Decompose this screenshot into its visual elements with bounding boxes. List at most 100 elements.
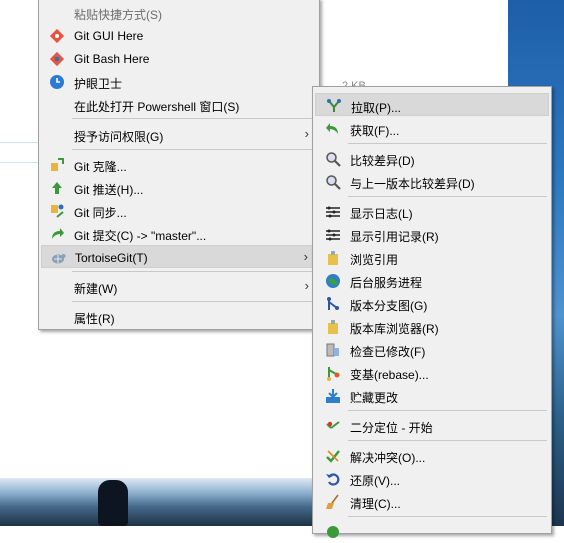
diff-icon <box>326 152 341 167</box>
menu-item-label: 解决冲突(O)... <box>350 451 426 465</box>
menu-item-git-gui[interactable]: Git GUI Here <box>41 24 317 47</box>
menu-item-rebase[interactable]: 变基(rebase)... <box>315 361 549 384</box>
menu-item-properties[interactable]: 属性(R) <box>41 305 317 328</box>
menu-item-fetch[interactable]: 获取(F)... <box>315 117 549 140</box>
revision-graph-icon <box>327 297 339 310</box>
rebase-icon <box>327 367 340 381</box>
git-commit-icon <box>52 228 64 239</box>
git-bash-icon <box>49 51 65 67</box>
git-push-icon <box>52 182 62 194</box>
wallpaper-figure <box>98 480 128 526</box>
fetch-icon <box>326 123 338 134</box>
repo-browser-icon <box>328 320 338 334</box>
menu-item-daemon[interactable]: 后台服务进程 <box>315 269 549 292</box>
menu-separator <box>348 410 547 411</box>
menu-item-open-powershell[interactable]: 在此处打开 Powershell 窗口(S) <box>41 93 317 116</box>
menu-item-label: Git 推送(H)... <box>74 183 144 197</box>
menu-item-git-bash[interactable]: Git Bash Here <box>41 47 317 70</box>
cleanup-icon <box>326 494 339 509</box>
menu-item-grant-access[interactable]: 授予访问权限(G) › <box>41 123 317 146</box>
menu-item-tortoisegit[interactable]: TortoiseGit(T) › <box>41 245 317 268</box>
menu-item-pull[interactable]: 拉取(P)... <box>315 93 549 116</box>
menu-separator <box>72 301 315 302</box>
resolve-icon <box>326 450 340 463</box>
menu-item-check-modifications[interactable]: 检查已修改(F) <box>315 338 549 361</box>
menu-item-revision-graph[interactable]: 版本分支图(G) <box>315 292 549 315</box>
check-modifications-icon <box>326 343 339 357</box>
browse-refs-icon <box>328 251 338 265</box>
menu-item-resolve[interactable]: 解决冲突(O)... <box>315 444 549 467</box>
menu-item-browse-refs[interactable]: 浏览引用 <box>315 246 549 269</box>
menu-item-label: 与上一版本比较差异(D) <box>350 177 475 191</box>
menu-item-git-clone[interactable]: Git 克隆... <box>41 153 317 176</box>
menu-item-label: Git 克隆... <box>74 160 127 174</box>
menu-item-label: 护眼卫士 <box>74 77 123 91</box>
menu-item-label: 版本分支图(G) <box>350 299 428 313</box>
menu-item-label: TortoiseGit(T) <box>75 251 148 265</box>
menu-item-label: 粘贴快捷方式(S) <box>74 8 162 22</box>
menu-separator <box>348 143 547 144</box>
revert-icon <box>326 473 340 486</box>
menu-item-git-sync[interactable]: Git 同步... <box>41 199 317 222</box>
menu-item-git-push[interactable]: Git 推送(H)... <box>41 176 317 199</box>
context-menu: 粘贴快捷方式(S) Git GUI Here Git Bash Here 护眼卫… <box>38 0 320 330</box>
explorer-row-divider <box>0 162 40 163</box>
pull-icon <box>327 99 341 112</box>
eye-guard-icon <box>50 75 64 89</box>
menu-item-label: Git Bash Here <box>74 52 150 66</box>
menu-item-revert[interactable]: 还原(V)... <box>315 467 549 490</box>
menu-item-stash[interactable]: 贮藏更改 <box>315 384 549 407</box>
desktop-wallpaper <box>0 478 320 526</box>
git-gui-icon <box>49 28 65 44</box>
menu-item-bisect-start[interactable]: 二分定位 - 开始 <box>315 414 549 437</box>
menu-item-label: 贮藏更改 <box>350 391 399 405</box>
menu-item-label: 浏览引用 <box>350 253 399 267</box>
menu-item-label: Git 提交(C) -> "master"... <box>74 229 207 243</box>
menu-separator <box>348 196 547 197</box>
menu-item-eye-guard[interactable]: 护眼卫士 <box>41 70 317 93</box>
menu-item-label: 新建(W) <box>74 282 118 296</box>
green-icon <box>327 526 339 538</box>
menu-item-label: 比较差异(D) <box>350 154 415 168</box>
chevron-right-icon: › <box>303 249 308 264</box>
menu-item-label: 清理(C)... <box>350 497 401 511</box>
menu-item-repo-browser[interactable]: 版本库浏览器(R) <box>315 315 549 338</box>
menu-item-label: 二分定位 - 开始 <box>350 421 433 435</box>
stash-icon <box>326 389 340 403</box>
tortoisegit-submenu: 拉取(P)... 获取(F)... 比较差异(D) 与上一版本比较差异(D) 显… <box>312 86 552 538</box>
menu-item-label: 检查已修改(F) <box>350 345 426 359</box>
menu-separator <box>72 271 315 272</box>
diff-previous-icon <box>326 175 341 190</box>
menu-item-label: 拉取(P)... <box>351 101 401 115</box>
menu-item-diff[interactable]: 比较差异(D) <box>315 147 549 170</box>
menu-item-label: 变基(rebase)... <box>350 368 429 382</box>
menu-item-label: 获取(F)... <box>350 124 400 138</box>
menu-item-label: 在此处打开 Powershell 窗口(S) <box>74 100 240 114</box>
menu-item-show-reflog[interactable]: 显示引用记录(R) <box>315 223 549 246</box>
menu-item-label: Git 同步... <box>74 206 127 220</box>
bisect-icon <box>326 421 340 429</box>
git-clone-icon <box>51 158 64 171</box>
menu-item-label: 属性(R) <box>74 312 115 326</box>
menu-item-git-commit[interactable]: Git 提交(C) -> "master"... <box>41 222 317 245</box>
menu-item-new[interactable]: 新建(W) › <box>41 275 317 298</box>
menu-item-paste-shortcut[interactable]: 粘贴快捷方式(S) <box>41 1 317 24</box>
tortoisegit-icon <box>52 254 66 264</box>
menu-item-cleanup[interactable]: 清理(C)... <box>315 490 549 513</box>
menu-item-label: 显示日志(L) <box>350 207 413 221</box>
daemon-icon <box>326 274 340 288</box>
explorer-row-divider <box>0 142 40 143</box>
menu-item-label: 授予访问权限(G) <box>74 130 164 144</box>
menu-item-show-log[interactable]: 显示日志(L) <box>315 200 549 223</box>
menu-separator <box>348 440 547 441</box>
menu-item-diff-previous[interactable]: 与上一版本比较差异(D) <box>315 170 549 193</box>
menu-item-label: 后台服务进程 <box>350 276 423 290</box>
menu-item-label: Git GUI Here <box>74 29 144 43</box>
menu-separator <box>348 516 547 517</box>
chevron-right-icon: › <box>304 278 309 293</box>
menu-item-more[interactable] <box>315 520 549 543</box>
git-sync-icon <box>51 204 64 218</box>
menu-separator <box>72 118 315 119</box>
chevron-right-icon: › <box>304 126 309 141</box>
menu-separator <box>72 149 315 150</box>
